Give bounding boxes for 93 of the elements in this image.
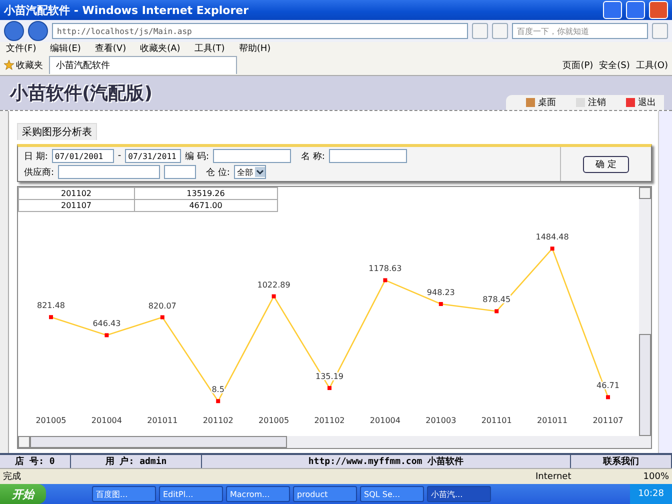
axis-label: 201102 (314, 416, 345, 425)
data-label: 948.23 (426, 288, 455, 298)
taskbar-button[interactable]: 百度图... (92, 486, 156, 502)
taskbar-button[interactable]: product (293, 486, 357, 502)
data-label: 821.48 (37, 301, 65, 310)
warehouse-select[interactable]: 全部 (234, 165, 266, 179)
back-button[interactable] (4, 21, 24, 41)
zoom-level[interactable]: 100% (643, 472, 669, 482)
horizontal-scrollbar[interactable] (18, 436, 651, 448)
toolbar-icon (626, 98, 635, 107)
report-tab[interactable]: 采购图形分析表 (17, 123, 97, 140)
field-label: 仓 位: (206, 166, 230, 178)
vertical-scrollbar[interactable] (639, 187, 651, 436)
menu-item[interactable]: 工具(T) (194, 42, 225, 55)
data-label: 1178.63 (368, 264, 402, 274)
page-scrollbar[interactable] (658, 111, 672, 453)
axis-label: 201102 (202, 416, 234, 425)
command-menu[interactable]: 页面(P) (562, 58, 594, 72)
data-point (383, 278, 388, 282)
toolbar-icon (526, 98, 535, 107)
axis-label: 201005 (36, 416, 66, 425)
browser-tab[interactable]: 小苗汽配软件 (49, 56, 237, 74)
axis-label: 201004 (91, 416, 122, 425)
axis-label: 201011 (537, 416, 568, 425)
date-field[interactable]: 07/01/2001 (52, 149, 114, 163)
toolbar-button[interactable]: 桌面 (526, 96, 556, 109)
clock: 10:28 (638, 489, 664, 499)
menu-item[interactable]: 文件(F) (6, 42, 36, 55)
stop-button[interactable] (492, 23, 508, 39)
data-point (160, 315, 164, 320)
date-field[interactable]: 07/31/2011 (125, 149, 182, 163)
data-point (606, 395, 610, 400)
favorites-button[interactable]: 收藏夹 (4, 58, 43, 72)
axis-label: 201011 (147, 416, 178, 425)
menu-item[interactable]: 查看(V) (94, 42, 126, 55)
supplier-field[interactable] (58, 165, 160, 179)
axis-label: 201004 (370, 416, 400, 425)
toolbar-button[interactable]: 注销 (576, 96, 606, 109)
dropdown-icon (254, 167, 265, 177)
taskbar-button[interactable]: 小苗汽... (427, 486, 491, 502)
window-title: 小苗汽配软件 - Windows Internet Explorer (4, 2, 250, 18)
minimize-button[interactable] (603, 1, 622, 19)
code-field[interactable] (213, 149, 292, 163)
search-field[interactable]: 百度一下，你就知道 (512, 23, 648, 39)
data-label: 8.5 (212, 385, 224, 394)
axis-label: 201005 (258, 416, 290, 425)
data-point (49, 315, 53, 320)
data-point (328, 386, 332, 390)
table-cell: 4671.00 (134, 200, 278, 212)
taskbar-button[interactable]: SQL Se... (360, 486, 424, 502)
taskbar-button[interactable]: EditPl... (159, 486, 223, 502)
data-point (438, 302, 443, 306)
supplier-code-field[interactable] (164, 165, 196, 179)
menu-item[interactable]: 收藏夹(A) (140, 42, 180, 55)
name-field[interactable] (328, 149, 407, 163)
side-handle[interactable] (0, 111, 9, 453)
star-icon (4, 60, 14, 70)
table-cell: 201102 (18, 188, 134, 200)
taskbar-button[interactable]: Macrom... (226, 486, 290, 502)
data-point (104, 333, 109, 338)
close-button[interactable] (649, 1, 668, 19)
command-menu[interactable]: 安全(S) (599, 58, 630, 72)
address-field[interactable]: http://localhost/js/Main.asp (52, 23, 468, 39)
restore-button[interactable] (626, 1, 645, 19)
menu-item[interactable]: 编辑(E) (50, 42, 81, 55)
data-point (550, 246, 554, 251)
data-point (216, 399, 220, 404)
field-label: 日 期: (24, 150, 48, 162)
table-cell: 201107 (18, 200, 134, 212)
zone-text: Internet (536, 472, 572, 482)
toolbar-button[interactable]: 退出 (626, 96, 656, 109)
data-point (494, 309, 499, 314)
search-button[interactable] (652, 23, 668, 39)
confirm-button[interactable]: 确 定 (582, 156, 630, 172)
date-separator: - (118, 151, 122, 161)
forward-button[interactable] (28, 21, 48, 41)
menu-item[interactable]: 帮助(H) (238, 42, 271, 55)
axis-label: 201107 (592, 416, 624, 425)
field-label: 供应商: (24, 166, 54, 178)
data-label: 1484.48 (536, 232, 569, 242)
data-label: 646.43 (92, 319, 121, 328)
command-menu[interactable]: 工具(O) (636, 58, 668, 72)
data-point (272, 294, 276, 298)
refresh-button[interactable] (472, 23, 488, 39)
data-label: 820.07 (148, 301, 176, 310)
data-label: 1022.89 (257, 280, 290, 290)
axis-label: 201101 (481, 416, 512, 425)
table-cell: 13519.26 (134, 188, 278, 200)
app-title: 小苗软件(汽配版) (10, 82, 152, 105)
field-label: 编 码: (185, 150, 210, 162)
field-label: 名 称: (301, 150, 325, 162)
status-text: 完成 (3, 470, 21, 483)
axis-label: 201003 (426, 416, 456, 425)
